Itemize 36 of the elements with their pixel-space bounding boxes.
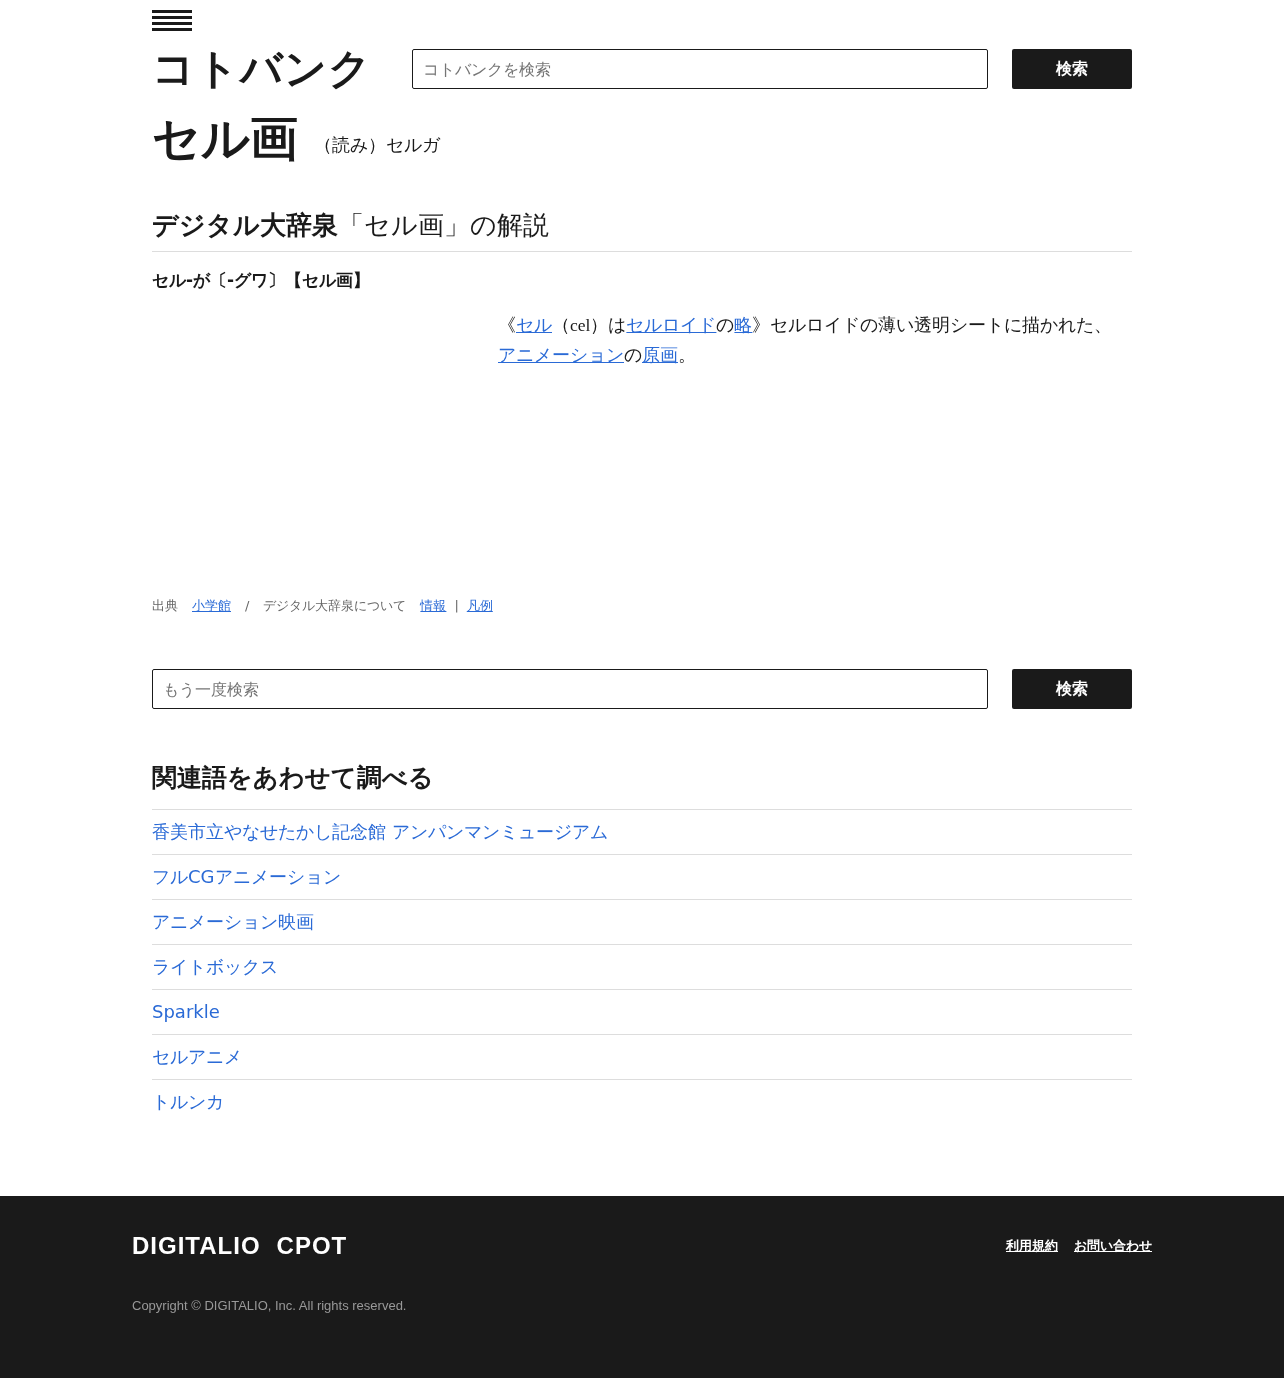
related-link[interactable]: アニメーション映画 bbox=[152, 911, 314, 933]
company-logo[interactable]: DIGITALIO bbox=[132, 1228, 261, 1265]
source-link[interactable]: 情報 bbox=[420, 595, 447, 616]
term-reading: （読み）セルガ bbox=[314, 133, 440, 157]
related-link[interactable]: セルアニメ bbox=[152, 1046, 242, 1068]
definition-text: 《セル（cel）はセルロイドの略》セルロイドの薄い透明シートに描かれた、 アニメーションの原画。 bbox=[498, 313, 1114, 367]
footer-link[interactable]: お問い合わせ bbox=[1074, 1236, 1152, 1256]
related-heading: 関連語をあわせて調べる bbox=[152, 763, 435, 794]
search-field[interactable]: コトバンクを検索 bbox=[412, 49, 988, 89]
related-link[interactable]: Sparkle bbox=[152, 1001, 220, 1023]
search-field[interactable]: もう一度検索 bbox=[152, 669, 988, 710]
source-link[interactable]: 小学館 bbox=[192, 595, 231, 616]
menu-icon[interactable] bbox=[152, 10, 192, 32]
copyright-text: Copyright © DIGITALIO, Inc. All rights reserved. bbox=[132, 1297, 408, 1316]
source-text: 出典 bbox=[152, 596, 178, 615]
definition-link[interactable]: セルロイド bbox=[626, 314, 717, 335]
source-text: | bbox=[454, 596, 459, 615]
company-logo[interactable]: CPOT bbox=[276, 1228, 348, 1265]
source-text: デジタル大辞泉について bbox=[263, 596, 407, 615]
search-button[interactable]: 検索 bbox=[1012, 669, 1132, 710]
related-link[interactable]: フルCGアニメーション bbox=[152, 866, 341, 888]
related-link[interactable]: 香美市立やなせたかし記念館 アンパンマンミュージアム bbox=[152, 821, 608, 843]
site-logo[interactable]: コトバンク bbox=[152, 48, 372, 90]
section-heading: デジタル大辞泉「セル画」の解説 bbox=[152, 210, 1132, 253]
definition-link[interactable]: アニメーション bbox=[498, 344, 624, 365]
footer-link[interactable]: 利用規約 bbox=[1006, 1236, 1058, 1256]
headword: セル-が〔-グワ〕【セル画】 bbox=[152, 269, 372, 293]
related-link[interactable]: トルンカ bbox=[152, 1091, 224, 1113]
term-title: セル画 bbox=[152, 114, 298, 162]
search-button[interactable]: 検索 bbox=[1012, 49, 1132, 89]
source-link[interactable]: 凡例 bbox=[466, 595, 493, 616]
source-text: / bbox=[245, 596, 250, 615]
definition-link[interactable]: 原画 bbox=[642, 344, 678, 365]
related-link[interactable]: ライトボックス bbox=[152, 956, 278, 978]
definition-link[interactable]: セル bbox=[516, 314, 552, 335]
definition-link[interactable]: 略 bbox=[734, 314, 753, 335]
